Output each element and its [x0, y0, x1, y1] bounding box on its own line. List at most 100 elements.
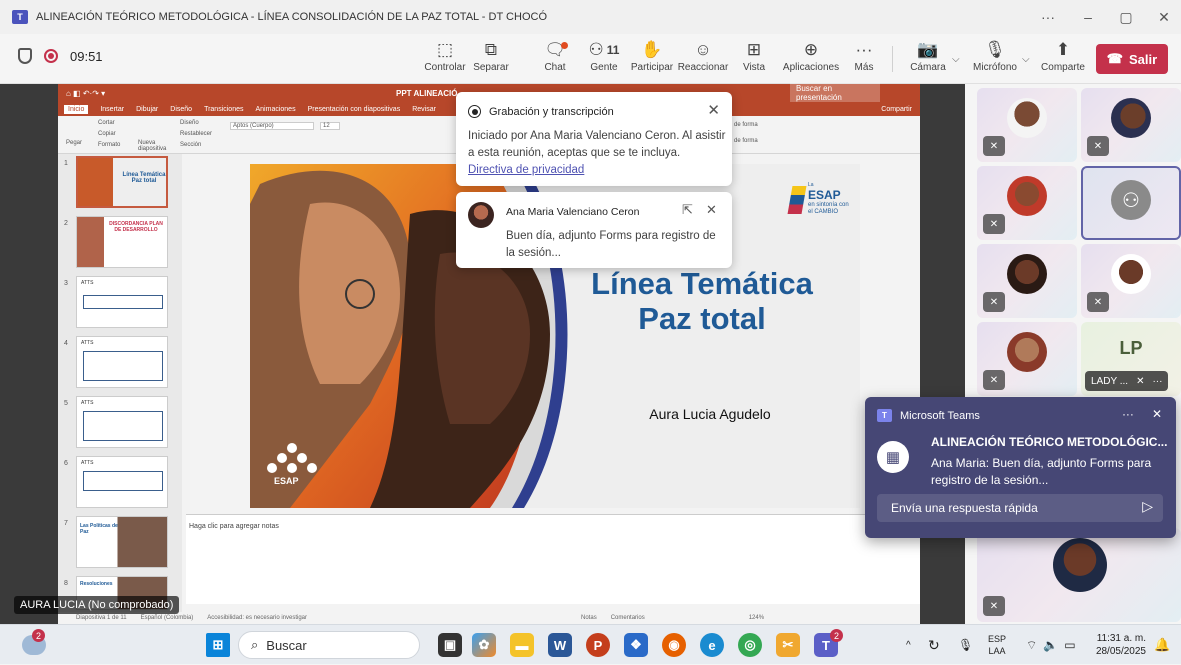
comparte-button[interactable]: ⬆ Comparte: [1040, 38, 1086, 82]
ppt-search-box[interactable]: Buscar en presentación: [790, 83, 880, 103]
slide-thumbnail[interactable]: ATTS: [76, 276, 168, 328]
ppt-cut-button[interactable]: Cortar: [98, 120, 115, 126]
participant-tile[interactable]: ✕: [977, 88, 1077, 162]
ppt-reset-button[interactable]: Restablecer: [180, 131, 212, 137]
window-restore-button[interactable]: ▢: [1106, 0, 1146, 34]
chrome-icon[interactable]: ◎: [738, 633, 762, 657]
word-icon[interactable]: W: [548, 633, 572, 657]
close-icon[interactable]: ✕: [706, 202, 717, 218]
participant-tile[interactable]: LP LADY ... ✕ ···: [1081, 322, 1181, 396]
window-minimize-button[interactable]: –: [1068, 0, 1108, 34]
controlar-button[interactable]: ⬚ Controlar: [424, 38, 466, 82]
ppt-tab-insertar[interactable]: Insertar: [100, 106, 124, 113]
ppt-paste-button[interactable]: Pegar: [66, 140, 82, 146]
mic-options-chevron-icon[interactable]: ⌵: [1022, 54, 1030, 65]
participant-tile[interactable]: ✕: [977, 244, 1077, 318]
slide-thumbnail-label: Resoluciones: [80, 581, 113, 587]
close-icon[interactable]: ✕: [707, 101, 720, 119]
edge-icon[interactable]: e: [700, 633, 724, 657]
more-icon: ···: [855, 40, 873, 59]
ppt-share-button[interactable]: Compartir: [881, 106, 912, 113]
chat-message-popup[interactable]: Ana Maria Valenciano Ceron ⇱ ✕ Buen día,…: [456, 192, 732, 268]
window-more-button[interactable]: ···: [1028, 0, 1068, 34]
gente-button[interactable]: ⚇ 11 Gente: [586, 38, 622, 82]
accessibility-status[interactable]: Accesibilidad: es necesario investigar: [207, 615, 307, 621]
gente-label: Gente: [590, 62, 618, 73]
slide-thumbnail[interactable]: ATTS: [76, 336, 168, 388]
start-icon[interactable]: ⊞: [206, 633, 230, 657]
ppt-layout-button[interactable]: Diseño: [180, 120, 199, 126]
participant-tile[interactable]: ✕: [1081, 88, 1181, 162]
ppt-tab-animaciones[interactable]: Animaciones: [256, 106, 296, 113]
participant-tile-active[interactable]: ⚇: [1081, 166, 1181, 240]
ppt-shape-outline-button[interactable]: de forma: [734, 138, 758, 144]
comments-toggle[interactable]: Comentarios: [611, 615, 645, 621]
task-view-icon[interactable]: ▣: [438, 633, 462, 657]
mic-tray-icon[interactable]: 🎙: [958, 625, 973, 665]
teams-tray-icon[interactable]: ↻: [928, 625, 940, 665]
ppt-tab-dibujar[interactable]: Dibujar: [136, 106, 158, 113]
camara-button[interactable]: 📷 Cámara: [906, 38, 950, 82]
ppt-tab-presentacion[interactable]: Presentación con diapositivas: [308, 106, 401, 113]
ppt-copy-button[interactable]: Copiar: [98, 131, 116, 137]
ppt-font-select[interactable]: Aptos (Cuerpo): [230, 122, 314, 130]
slide-thumbnail[interactable]: ATTS: [76, 456, 168, 508]
privacy-policy-link[interactable]: Directiva de privacidad: [468, 164, 584, 176]
controlar-label: Controlar: [424, 62, 466, 73]
slide-thumbnail[interactable]: ATTS: [76, 396, 168, 448]
ppt-font-size-select[interactable]: 12: [320, 122, 340, 130]
close-icon[interactable]: ✕: [1152, 407, 1162, 421]
ppt-tab-revisar[interactable]: Revisar: [412, 106, 436, 113]
ppt-notes-pane[interactable]: Haga clic para agregar notas: [186, 514, 920, 604]
recording-icon: [468, 105, 481, 118]
powerpoint-icon[interactable]: P: [586, 633, 610, 657]
more-icon[interactable]: ···: [1152, 376, 1162, 387]
teams-notification-toast[interactable]: T Microsoft Teams ··· ✕ ▦ ALINEACIÓN TEÓ…: [865, 397, 1176, 538]
reaccionar-button[interactable]: ☺ Reaccionar: [678, 38, 729, 82]
teams-app-icon: T: [12, 10, 28, 24]
ppt-tab-transiciones[interactable]: Transiciones: [204, 106, 243, 113]
camera-options-chevron-icon[interactable]: ⌵: [952, 54, 960, 65]
teams-icon: T: [877, 409, 892, 422]
clock[interactable]: 11:31 a. m. 28/05/2025: [1090, 625, 1146, 665]
ppt-format-button[interactable]: Formato: [98, 142, 120, 148]
participant-tile[interactable]: ✕: [1081, 244, 1181, 318]
participar-button[interactable]: ✋ Participar: [630, 38, 674, 82]
ppt-new-slide-button[interactable]: Nueva diapositiva: [138, 140, 168, 152]
widgets-icon[interactable]: ✿: [472, 633, 496, 657]
slide-thumbnail[interactable]: Línea Temática Paz total: [76, 156, 168, 208]
more-icon[interactable]: ···: [1122, 407, 1134, 421]
language-indicator[interactable]: ESP LAA: [988, 625, 1006, 665]
participant-tile[interactable]: ✕: [977, 322, 1077, 396]
microfono-button[interactable]: 🎙 Micrófono: [970, 38, 1020, 82]
zoom-level[interactable]: 124%: [749, 615, 764, 621]
dropbox-icon[interactable]: ❖: [624, 633, 648, 657]
mas-button[interactable]: ··· Más: [852, 38, 876, 82]
vista-button[interactable]: ⊞ Vista: [740, 38, 768, 82]
participant-tile[interactable]: ✕: [977, 166, 1077, 240]
system-tray-icons[interactable]: ⌔ 🔈 ▭: [1026, 625, 1076, 665]
snipping-tool-icon[interactable]: ✂: [776, 633, 800, 657]
ppt-tab-diseno[interactable]: Diseño: [170, 106, 192, 113]
camera-off-icon: 📷: [917, 40, 939, 59]
send-icon[interactable]: ▷: [1142, 498, 1153, 515]
file-explorer-icon[interactable]: ▬: [510, 633, 534, 657]
tray-chevron-icon[interactable]: ^: [906, 625, 911, 665]
ppt-section-button[interactable]: Sección: [180, 142, 201, 148]
taskbar-search-input[interactable]: ⌕ Buscar: [238, 631, 420, 659]
slide-thumbnail[interactable]: Las Políticas de Paz: [76, 516, 168, 568]
window-close-button[interactable]: ✕: [1144, 0, 1181, 34]
notification-bell-icon[interactable]: 🔔: [1154, 625, 1170, 665]
leave-button[interactable]: ☎ Salir: [1096, 44, 1168, 74]
quick-reply-input[interactable]: Envía una respuesta rápida ▷: [877, 494, 1163, 522]
ppt-shape-fill-button[interactable]: de forma: [734, 122, 758, 128]
slide-thumbnail[interactable]: DISCORDANCIA PLAN DE DESARROLLO: [76, 216, 168, 268]
participant-tile-large[interactable]: ✕: [977, 528, 1181, 622]
notes-toggle[interactable]: Notas: [581, 615, 597, 621]
reply-icon[interactable]: ⇱: [682, 202, 693, 218]
firefox-icon[interactable]: ◉: [662, 633, 686, 657]
ppt-tab-inicio[interactable]: Inicio: [64, 104, 89, 114]
aplicaciones-button[interactable]: ⊕ Aplicaciones: [780, 38, 842, 82]
separar-button[interactable]: ⧉ Separar: [472, 38, 510, 82]
chat-button[interactable]: 🗨 Chat: [540, 38, 570, 82]
